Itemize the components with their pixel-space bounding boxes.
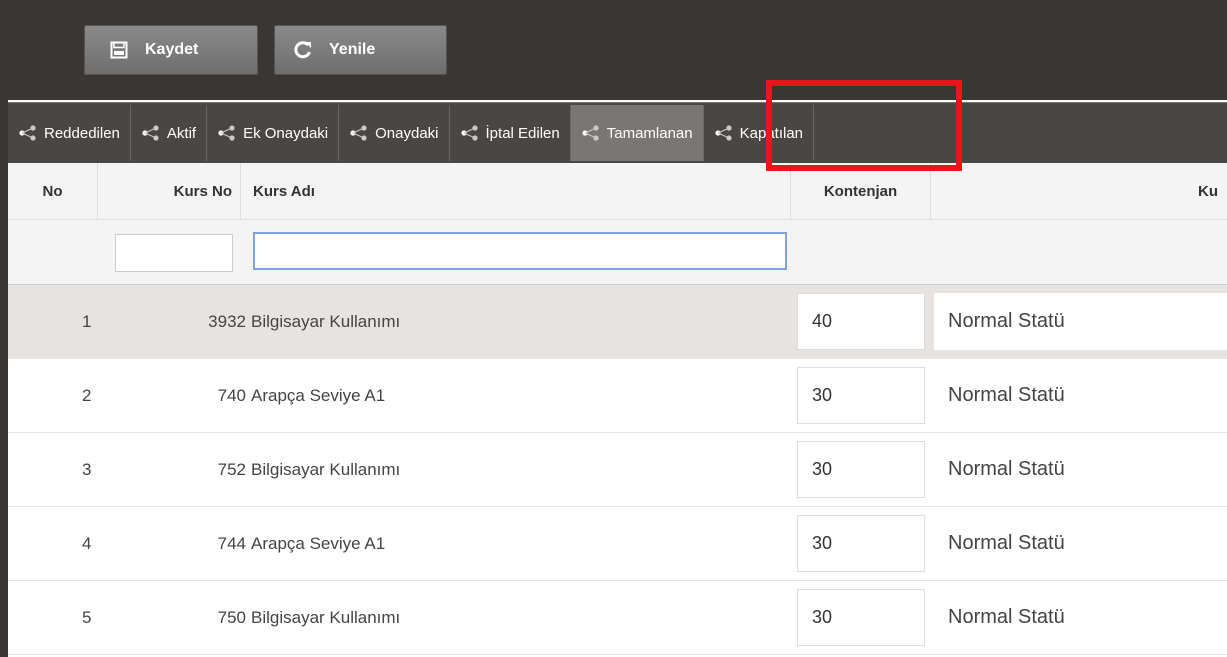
refresh-label: Yenile: [329, 41, 376, 58]
status-tabs: Reddedilen Aktif Ek Onaydaki Onaydaki İptal …: [8, 102, 1227, 163]
row-kurs-no: 750: [217, 607, 246, 627]
col-header-kurs-no-label: Kurs No: [173, 182, 232, 200]
statu-select[interactable]: Normal Statü: [934, 589, 1227, 646]
row-kurs-adi: Bilgisayar Kullanımı: [251, 607, 401, 627]
statu-select[interactable]: Normal Statü: [934, 293, 1227, 350]
tab-label: Ek Onaydaki: [243, 124, 329, 142]
tab-onaydaki[interactable]: Onaydaki: [339, 105, 450, 161]
save-label: Kaydet: [145, 41, 199, 58]
main-content: Reddedilen Aktif Ek Onaydaki Onaydaki İptal …: [8, 100, 1227, 657]
course-grid: No Kurs No Kurs Adı Kontenjan Ku 1 3932 Bi…: [8, 163, 1227, 655]
tab-label: Kapatılan: [739, 124, 804, 142]
row-kurs-no: 752: [217, 459, 246, 479]
col-header-extra[interactable]: Ku: [1198, 163, 1227, 219]
kontenjan-input[interactable]: 30: [797, 441, 925, 498]
share-icon: [217, 125, 237, 141]
kurs-adi-filter-input[interactable]: [253, 232, 787, 270]
share-icon: [141, 125, 161, 141]
row-kurs-no: 3932: [208, 311, 246, 331]
col-header-kurs-adi-label: Kurs Adı: [253, 182, 315, 200]
share-icon: [581, 125, 601, 141]
row-kurs-adi: Arapça Seviye A1: [251, 385, 386, 405]
table-row[interactable]: 3 752 Bilgisayar Kullanımı 30 Normal Statü: [8, 433, 1227, 507]
row-no: 2: [82, 385, 92, 405]
tab-ek-onaydaki[interactable]: Ek Onaydaki: [207, 105, 340, 161]
col-header-kurs-adi[interactable]: Kurs Adı: [241, 163, 791, 219]
save-button[interactable]: Kaydet: [84, 25, 258, 75]
row-no: 3: [82, 459, 92, 479]
tab-label: Reddedilen: [44, 124, 120, 142]
share-icon: [18, 125, 38, 141]
col-header-extra-label: Ku: [1198, 182, 1218, 200]
col-header-kontenjan[interactable]: Kontenjan: [791, 163, 931, 219]
table-row[interactable]: 1 3932 Bilgisayar Kullanımı 40 Normal Statü: [8, 285, 1227, 359]
share-icon: [714, 125, 734, 141]
tab-tamamlanan[interactable]: Tamamlanan: [570, 105, 704, 161]
table-row[interactable]: 2 740 Arapça Seviye A1 30 Normal Statü: [8, 359, 1227, 433]
col-header-kontenjan-label: Kontenjan: [823, 182, 898, 200]
statu-select[interactable]: Normal Statü: [934, 367, 1227, 424]
kontenjan-input[interactable]: 30: [797, 367, 925, 424]
tab-label: Tamamlanan: [606, 124, 693, 142]
row-kurs-no: 740: [217, 385, 246, 405]
filter-row: [8, 220, 1227, 285]
row-kurs-adi: Bilgisayar Kullanımı: [251, 459, 401, 479]
share-icon: [349, 125, 369, 141]
tab-label: Onaydaki: [375, 124, 439, 142]
kontenjan-input[interactable]: 40: [797, 293, 925, 350]
col-header-no[interactable]: No: [8, 163, 98, 219]
row-kurs-adi: Bilgisayar Kullanımı: [251, 311, 401, 331]
tab-i̇ptal-edilen[interactable]: İptal Edilen: [450, 105, 571, 161]
row-no: 1: [82, 311, 92, 331]
statu-select[interactable]: Normal Statü: [934, 515, 1227, 572]
refresh-button[interactable]: Yenile: [274, 25, 447, 75]
refresh-icon: [293, 40, 313, 60]
kontenjan-input[interactable]: 30: [797, 589, 925, 646]
tab-label: İptal Edilen: [485, 124, 560, 142]
floppy-icon: [109, 40, 129, 60]
table-row[interactable]: 5 750 Bilgisayar Kullanımı 30 Normal Statü: [8, 581, 1227, 655]
row-kurs-no: 744: [217, 533, 246, 553]
tab-reddedilen[interactable]: Reddedilen: [8, 105, 131, 161]
table-header: No Kurs No Kurs Adı Kontenjan Ku: [8, 163, 1227, 220]
kontenjan-input[interactable]: 30: [797, 515, 925, 572]
row-no: 4: [82, 533, 92, 553]
col-header-no-label: No: [42, 182, 63, 200]
row-kurs-adi: Arapça Seviye A1: [251, 533, 386, 553]
app-window: Kaydet Yenile Reddedilen Aktif Ek Onaydaki…: [0, 0, 1227, 657]
kurs-no-filter-input[interactable]: [115, 234, 233, 272]
col-header-kurs-no[interactable]: Kurs No: [98, 163, 241, 219]
tab-kapatılan[interactable]: Kapatılan: [704, 105, 815, 161]
tab-label: Aktif: [166, 124, 197, 142]
table-body: 1 3932 Bilgisayar Kullanımı 40 Normal Statü 2…: [8, 285, 1227, 655]
row-no: 5: [82, 607, 92, 627]
statu-select[interactable]: Normal Statü: [934, 441, 1227, 498]
tab-aktif[interactable]: Aktif: [131, 105, 208, 161]
table-row[interactable]: 4 744 Arapça Seviye A1 30 Normal Statü: [8, 507, 1227, 581]
share-icon: [460, 125, 480, 141]
